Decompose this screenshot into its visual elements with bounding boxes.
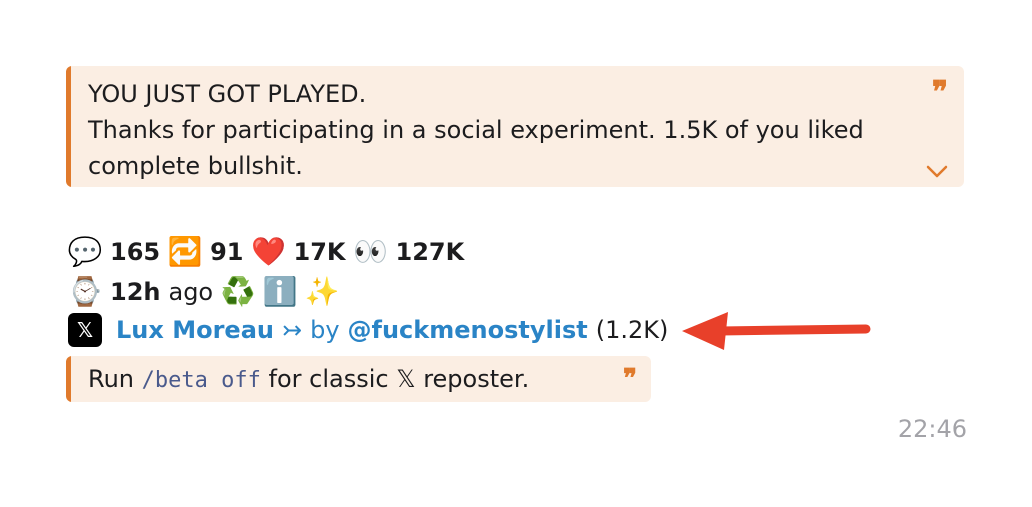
quote-block-top[interactable]: YOU JUST GOT PLAYED. Thanks for particip… — [66, 66, 964, 187]
recycle-icon: ♻️ — [220, 275, 256, 308]
quote-line-1: YOU JUST GOT PLAYED. — [88, 80, 367, 108]
annotation-arrow — [682, 312, 871, 350]
heart-icon: ❤️ — [251, 235, 286, 268]
author-row: 𝕏 Lux Moreau ↣ by @fuckmenostylist (1.2K… — [68, 311, 668, 349]
hint-rest: for classic 𝕏 reposter. — [268, 365, 530, 393]
quote-line-3: complete bullshit. — [88, 152, 303, 180]
author-name-link[interactable]: Lux Moreau — [116, 311, 274, 349]
hint-run: Run — [88, 365, 135, 393]
quote-icon: ❞ — [623, 364, 637, 394]
eyes-icon: 👀 — [353, 235, 388, 268]
by-label: by — [310, 316, 340, 344]
message-timestamp: 22:46 — [897, 415, 967, 443]
beta-off-command[interactable]: /beta off — [142, 368, 261, 393]
reposter-hint: Run /beta off for classic 𝕏 reposter. — [88, 361, 529, 399]
message-bubble: YOU JUST GOT PLAYED. Thanks for particip… — [0, 0, 1032, 507]
follower-count: (1.2K) — [595, 316, 669, 344]
time-row: ⌚ 12h ago ♻️ ℹ️ ✨ — [68, 273, 347, 311]
time-ago-value: 12h — [110, 278, 161, 306]
views-count: 127K — [395, 238, 465, 266]
replies-count: 165 — [110, 238, 161, 266]
sparkles-icon: ✨ — [304, 275, 340, 308]
watch-icon: ⌚ — [67, 275, 103, 308]
arrow-glyph: ↣ — [281, 316, 303, 344]
likes-count: 17K — [293, 238, 346, 266]
quote-block-bottom: Run /beta off for classic 𝕏 reposter. ❞ — [66, 356, 651, 402]
reposts-count: 91 — [210, 238, 244, 266]
x-logo-icon: 𝕏 — [68, 313, 102, 347]
info-icon: ℹ️ — [262, 275, 298, 308]
stats-row: 💬 165 🔁 91 ❤️ 17K 👀 127K — [68, 233, 472, 271]
quote-text: YOU JUST GOT PLAYED. Thanks for particip… — [88, 76, 864, 184]
quote-line-2: Thanks for participating in a social exp… — [88, 116, 864, 144]
author-handle-link[interactable]: @fuckmenostylist — [348, 311, 588, 349]
chevron-down-icon[interactable] — [926, 165, 948, 179]
time-ago-label: ago — [168, 278, 214, 306]
repeat-icon: 🔁 — [167, 235, 203, 268]
speech-bubble-icon: 💬 — [67, 235, 103, 268]
quote-icon: ❞ — [931, 75, 948, 110]
